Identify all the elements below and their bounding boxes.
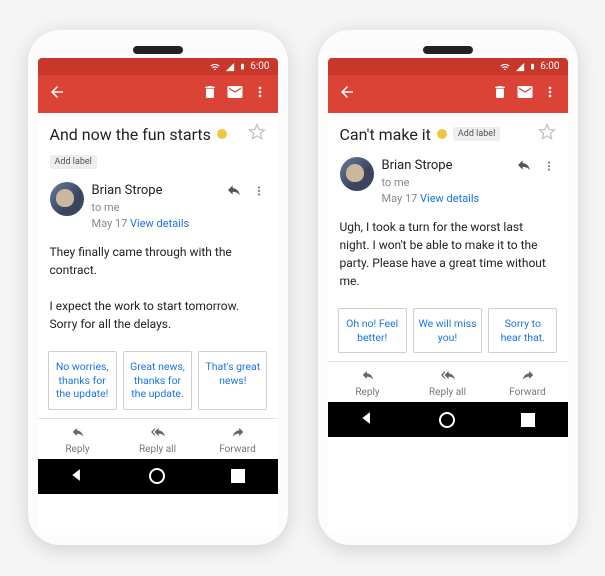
smart-reply-2[interactable]: We will miss you! [413,308,482,353]
add-label-button[interactable]: Add label [50,155,97,169]
wifi-icon [209,62,221,72]
reply-button[interactable]: Reply [38,419,118,459]
email-date: May 17 [92,217,128,230]
importance-marker-icon [437,129,447,139]
mark-unread-button[interactable] [226,83,244,105]
sender-name: Brian Strope [92,182,190,200]
nav-back-icon[interactable] [360,410,374,429]
back-button[interactable] [338,83,356,105]
delete-button[interactable] [492,84,508,104]
smart-reply-1[interactable]: Oh no! Feel better! [338,308,407,353]
view-details-link[interactable]: View details [130,217,189,230]
star-button[interactable] [538,123,556,145]
reply-all-button[interactable]: Reply all [408,362,488,402]
battery-icon [239,61,246,72]
message-more-button[interactable] [252,183,266,202]
recipient-line: to me [382,175,480,190]
sender-name: Brian Strope [382,157,480,175]
nav-home-icon[interactable] [149,468,165,484]
status-time: 6:00 [540,61,559,72]
smart-reply-2[interactable]: Great news, thanks for the update. [123,351,192,410]
nav-recent-icon[interactable] [521,413,535,427]
android-nav-bar [328,402,568,437]
signal-icon [225,62,235,72]
smart-reply-row: Oh no! Feel better! We will miss you! So… [328,296,568,361]
reply-all-button[interactable]: Reply all [118,419,198,459]
back-button[interactable] [48,83,66,105]
avatar[interactable] [340,157,374,191]
importance-marker-icon [217,129,227,139]
status-bar: 6:00 [38,58,278,75]
recipient-line: to me [92,200,190,215]
add-label-button[interactable]: Add label [453,127,500,141]
nav-back-icon[interactable] [70,467,84,486]
more-button[interactable] [252,84,268,104]
forward-button[interactable]: Forward [198,419,278,459]
star-button[interactable] [248,123,266,145]
smart-reply-3[interactable]: Sorry to hear that. [488,308,557,353]
mark-unread-button[interactable] [516,83,534,105]
delete-button[interactable] [202,84,218,104]
reply-icon-button[interactable] [516,157,532,177]
signal-icon [515,62,525,72]
forward-button[interactable]: Forward [488,362,568,402]
avatar[interactable] [50,182,84,216]
battery-icon [529,61,536,72]
email-body: They finally came through with the contr… [38,237,278,339]
more-button[interactable] [542,84,558,104]
status-time: 6:00 [250,61,269,72]
email-subject: And now the fun starts [50,125,211,144]
email-subject: Can't make it [340,125,431,144]
app-bar [328,75,568,113]
android-nav-bar [38,459,278,494]
reply-icon-button[interactable] [226,182,242,202]
smart-reply-1[interactable]: No worries, thanks for the update! [48,351,117,410]
message-more-button[interactable] [542,158,556,177]
app-bar [38,75,278,113]
email-date: May 17 [382,192,418,205]
smart-reply-row: No worries, thanks for the update! Great… [38,339,278,418]
reply-button[interactable]: Reply [328,362,408,402]
smart-reply-3[interactable]: That's great news! [198,351,267,410]
wifi-icon [499,62,511,72]
view-details-link[interactable]: View details [420,192,479,205]
nav-recent-icon[interactable] [231,469,245,483]
status-bar: 6:00 [328,58,568,75]
nav-home-icon[interactable] [439,412,455,428]
email-body: Ugh, I took a turn for the worst last ni… [328,212,568,296]
